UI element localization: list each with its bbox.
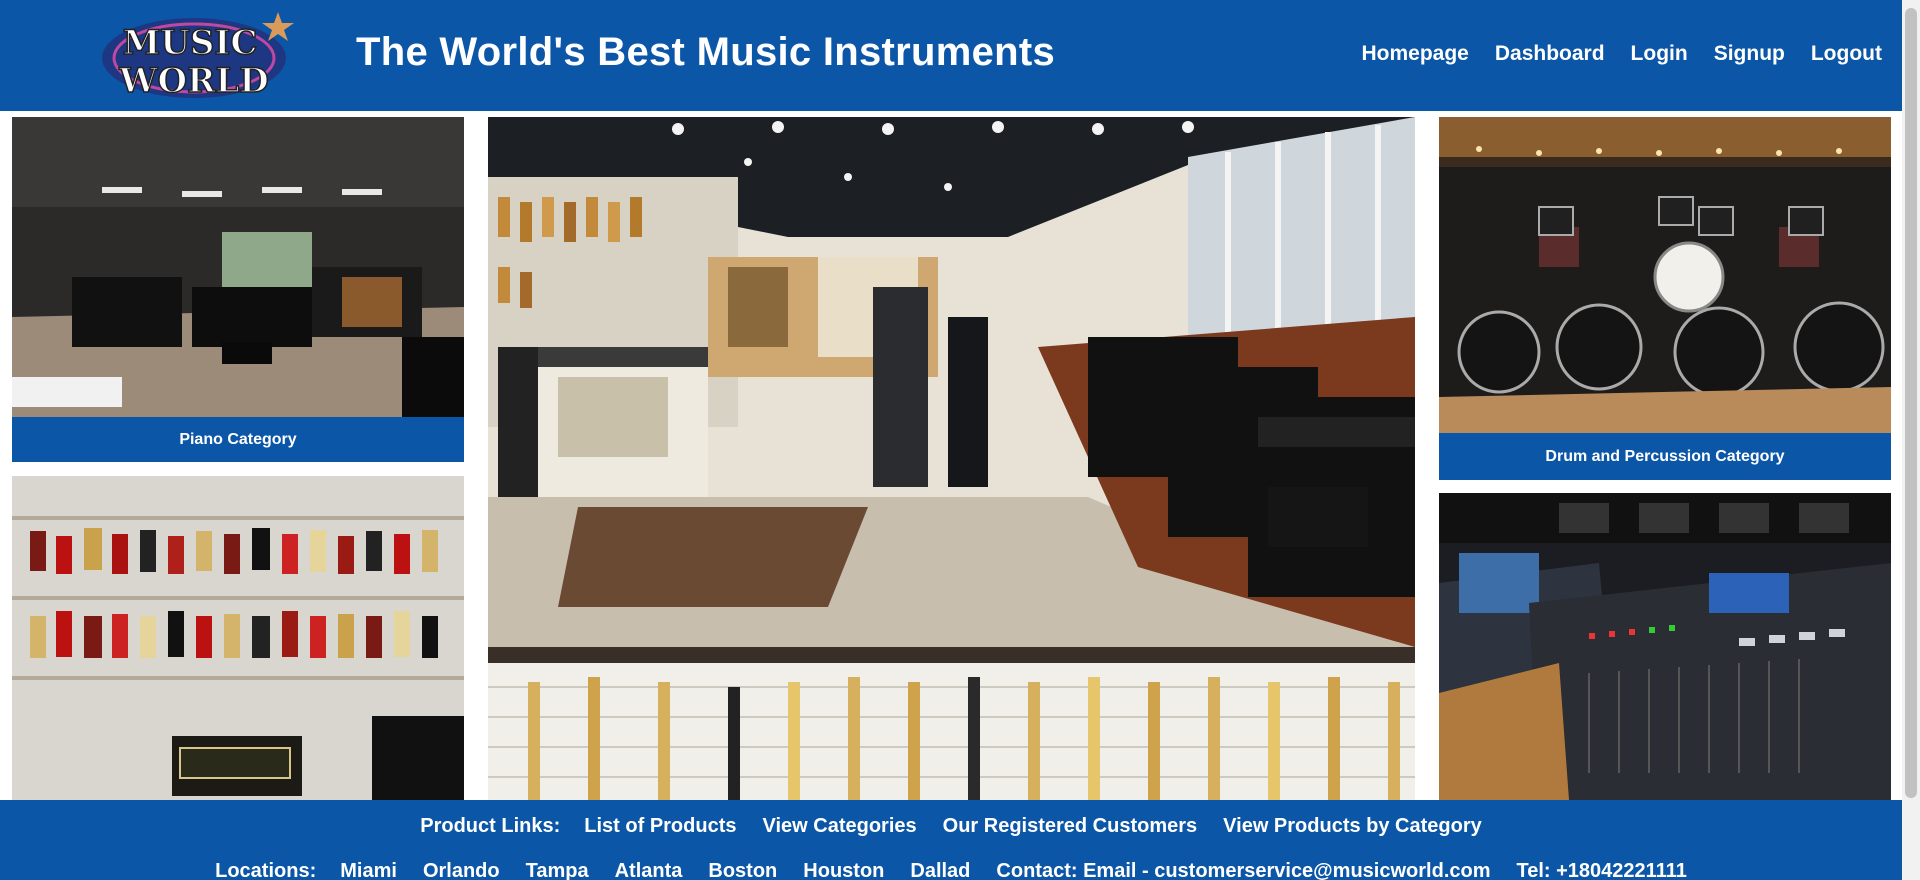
locations-heading: Locations: [215, 860, 317, 880]
location-miami[interactable]: Miami [340, 860, 397, 880]
site-footer: Product Links: List of Products View Cat… [0, 800, 1902, 880]
footer-link-list-of-products[interactable]: List of Products [584, 815, 736, 838]
product-links-heading: Product Links: [420, 815, 561, 837]
guitar-category-card[interactable] [12, 476, 464, 800]
site-header: MUSIC WORLD The World's Best Music Instr… [0, 0, 1902, 111]
footer-link-view-categories[interactable]: View Categories [763, 815, 917, 838]
nav-logout[interactable]: Logout [1811, 42, 1882, 66]
nav-signup[interactable]: Signup [1714, 42, 1785, 66]
drum-category-label: Drum and Percussion Category [1439, 433, 1891, 480]
nav-login[interactable]: Login [1631, 42, 1688, 66]
location-houston[interactable]: Houston [803, 860, 884, 880]
contact-phone: Tel: +18042221111 [1516, 860, 1687, 880]
location-dallad[interactable]: Dallad [910, 860, 970, 880]
piano-showroom-image [12, 117, 464, 417]
scrollbar-thumb[interactable] [1905, 8, 1917, 798]
locations-row: Locations: Miami Orlando Tampa Atlanta B… [0, 860, 1902, 880]
audio-category-card[interactable] [1439, 493, 1891, 800]
svg-text:WORLD: WORLD [118, 61, 268, 101]
contact-email: Contact: Email - customerservice@musicwo… [996, 860, 1491, 880]
drum-showroom-image [1439, 117, 1891, 433]
nav-dashboard[interactable]: Dashboard [1495, 42, 1605, 66]
product-links-row: Product Links: List of Products View Cat… [0, 815, 1902, 838]
nav-homepage[interactable]: Homepage [1362, 42, 1469, 66]
page-title: The World's Best Music Instruments [356, 30, 1056, 74]
main-nav: Homepage Dashboard Login Signup Logout [1362, 42, 1883, 66]
svg-text:MUSIC: MUSIC [123, 23, 258, 63]
footer-link-registered-customers[interactable]: Our Registered Customers [943, 815, 1198, 838]
store-interior-image [488, 117, 1415, 800]
music-world-logo[interactable]: MUSIC WORLD [98, 6, 298, 106]
mixing-console-image [1439, 493, 1891, 800]
drum-category-card[interactable]: Drum and Percussion Category [1439, 117, 1891, 480]
piano-category-card[interactable]: Piano Category [12, 117, 464, 462]
footer-link-products-by-category[interactable]: View Products by Category [1223, 815, 1482, 838]
guitar-wall-image [12, 476, 464, 800]
location-boston[interactable]: Boston [708, 860, 777, 880]
location-tampa[interactable]: Tampa [526, 860, 589, 880]
piano-category-label: Piano Category [12, 417, 464, 462]
location-orlando[interactable]: Orlando [423, 860, 500, 880]
vertical-scrollbar[interactable] [1902, 0, 1920, 880]
location-atlanta[interactable]: Atlanta [615, 860, 683, 880]
